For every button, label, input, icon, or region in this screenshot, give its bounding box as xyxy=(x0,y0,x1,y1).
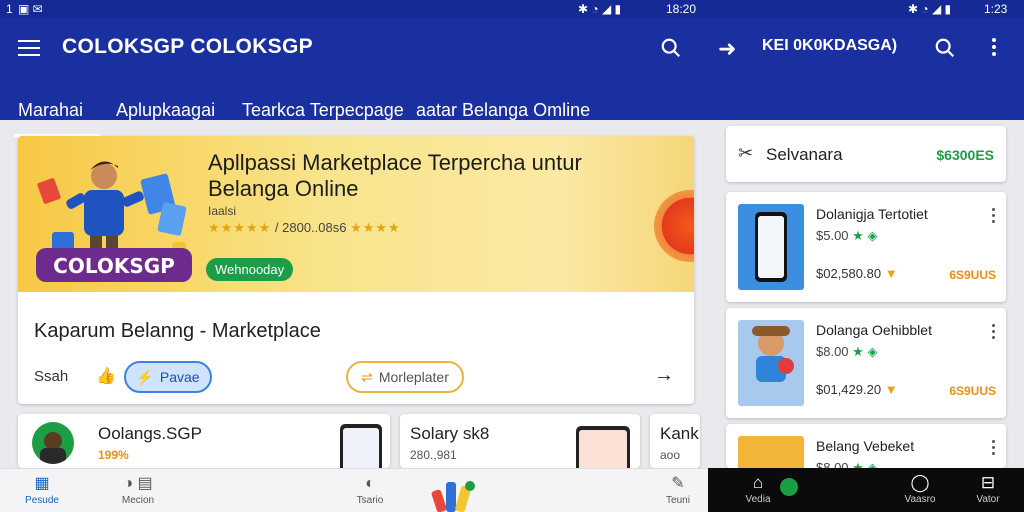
nav-item-vaasro[interactable]: ◯ Vaasro xyxy=(890,472,950,505)
product-title: Dolanigja Tertotiet xyxy=(816,206,928,222)
nav-item-teuni[interactable]: ✎ Teuni xyxy=(648,473,708,506)
arrow-icon: ⇌ xyxy=(361,368,373,385)
chat-icon: ◯ xyxy=(910,473,930,492)
product-price: $8.00 ★ ◈ xyxy=(816,344,878,359)
brand-logo: COLOKSGP xyxy=(36,248,192,282)
app-title: COLOKSGP COLOKSGP xyxy=(62,35,313,58)
tab-aplupkaagai[interactable]: Aplupkaagai xyxy=(116,100,215,121)
share-icon[interactable]: ➜ xyxy=(718,36,736,62)
nav-item-tsario[interactable]: ◐ Tsario xyxy=(340,473,400,506)
menu-icon[interactable] xyxy=(18,40,40,56)
bolt-icon: ⚡ xyxy=(136,368,154,385)
status-time-center: 18:20 xyxy=(666,2,697,16)
product-sold: 6S9UUS xyxy=(949,384,996,398)
wifi-icon: ✱ ◔ ◢ ▮ xyxy=(908,2,952,16)
product-original-price: $01,429.20 ▼ xyxy=(816,382,898,397)
hero-sign-label: Ssah xyxy=(34,368,69,385)
rating-text: / 2800..08s6 xyxy=(274,220,347,235)
status-left-text: 1 xyxy=(6,2,13,16)
mini-card-sub: 280.,981 xyxy=(410,448,457,462)
signal-icon: ✱ ◔ ◢ ▮ xyxy=(578,2,622,16)
product-original-price: $02,580.80 ▼ xyxy=(816,266,898,281)
product-title: Belang Vebeket xyxy=(816,438,915,454)
mini-card-sub: 199% xyxy=(98,448,129,462)
center-logo-icon[interactable] xyxy=(428,476,480,512)
product-price: $8.00 ★ ◈ xyxy=(816,460,878,468)
more-vert-icon[interactable] xyxy=(992,38,998,59)
hero-app-name: Kaparum Belanng - Marketplace xyxy=(34,320,321,342)
grid-icon: ▦ xyxy=(34,475,50,492)
nav-item-vator[interactable]: ⊟ Vator xyxy=(958,472,1018,505)
product-card[interactable]: Belang Vebeket $8.00 ★ ◈ xyxy=(726,424,1006,468)
account-label[interactable]: KEI 0K0KDASGA) xyxy=(762,37,897,55)
mini-card[interactable]: Solary sk8 280.,981 xyxy=(400,414,640,468)
edit-icon: ✎ xyxy=(671,475,685,492)
store-icon: ⊟ xyxy=(980,473,996,492)
tools-icon: ✂ xyxy=(738,143,754,163)
status-time-right: 1:23 xyxy=(984,2,1008,16)
home-icon: ⌂ xyxy=(752,473,764,492)
primary-button[interactable]: ⚡ Pavae xyxy=(124,361,212,393)
rating-stars-2: ★★★★ xyxy=(350,220,401,235)
avatar xyxy=(32,422,74,464)
primary-button-label: Pavae xyxy=(159,369,200,385)
rating-stars: ★★★★★ xyxy=(208,220,272,235)
hero-rating: ★★★★★ / 2800..08s6 ★★★★ xyxy=(208,220,401,236)
bottom-nav: ▦ Pesude ◑ ▤ Mecion ◐ Tsario ✎ Teuni xyxy=(0,468,708,512)
marketplace-button[interactable]: ⇌ Morleplater xyxy=(346,361,464,393)
more-vert-icon[interactable] xyxy=(992,324,996,342)
mini-card-title: Oolangs.SGP xyxy=(98,424,202,443)
phone-thumbnail xyxy=(340,424,382,468)
product-price: $5.00 ★ ◈ xyxy=(816,228,878,243)
product-sold: 6S9UUS xyxy=(949,268,996,282)
side-header[interactable]: ✂ Selvanara $6300ES xyxy=(726,126,1006,182)
nav-item-vedia[interactable]: ⌂ Vedia xyxy=(728,472,788,505)
sim-icon: ▣ ✉ xyxy=(18,2,43,16)
product-thumbnail xyxy=(738,204,804,290)
mini-card-title: Kank xyxy=(660,424,699,443)
phone-thumbnail xyxy=(576,426,630,468)
brand-logo-text: COLOKSGP xyxy=(53,254,175,278)
product-card[interactable]: Dolanigja Tertotiet $5.00 ★ ◈ $02,580.80… xyxy=(726,192,1006,302)
marketplace-button-label: Morleplater xyxy=(378,369,449,385)
status-chip[interactable]: Wehnooday xyxy=(206,258,294,281)
more-vert-icon[interactable] xyxy=(992,440,996,458)
list-icon: ◑ ▤ xyxy=(123,475,153,492)
tab-bar: Marahai Aplupkaagai Tearkca Terpecpage a… xyxy=(0,100,700,138)
tab-marahai[interactable]: Marahai xyxy=(18,100,83,121)
thumbs-up-icon[interactable]: 👍 xyxy=(96,366,116,386)
nav-item-pesude[interactable]: ▦ Pesude xyxy=(12,473,72,506)
hero-title: Apllpassi Marketplace Terpercha untur Be… xyxy=(208,150,582,201)
product-title: Dolanga Oehibblet xyxy=(816,322,932,338)
search-icon[interactable] xyxy=(660,37,682,59)
mini-card-sub: aoo xyxy=(660,448,681,462)
side-header-value: $6300ES xyxy=(936,147,994,163)
mini-card-title: Solary sk8 xyxy=(410,424,490,443)
more-vert-icon[interactable] xyxy=(992,208,996,226)
bottom-nav-secondary: ⌂ Vedia ◯ Vaasro ⊟ Vator xyxy=(708,468,1024,512)
leaf-icon: ◐ xyxy=(365,475,375,492)
search-icon-secondary[interactable] xyxy=(934,37,956,59)
hero-card[interactable]: COLOKSGP Apllpassi Marketplace Terpercha… xyxy=(18,136,694,404)
app-bar: COLOKSGP COLOKSGP ➜ KEI 0K0KDASGA) Marah… xyxy=(0,18,1024,137)
hero-subtitle: Iaalsi xyxy=(208,204,237,218)
product-thumbnail xyxy=(738,320,804,406)
tab-tearkca[interactable]: Tearkca Terpecpage xyxy=(242,100,404,121)
mini-card[interactable]: Kank aoo xyxy=(650,414,700,468)
status-bar: 1 ▣ ✉ ✱ ◔ ◢ ▮ 18:20 ✱ ◔ ◢ ▮ 1:23 xyxy=(0,0,1024,18)
mini-card[interactable]: Oolangs.SGP 199% xyxy=(18,414,390,468)
hero-banner: COLOKSGP Apllpassi Marketplace Terpercha… xyxy=(18,136,694,292)
product-card[interactable]: Dolanga Oehibblet $8.00 ★ ◈ $01,429.20 ▼… xyxy=(726,308,1006,418)
side-header-label: Selvanara xyxy=(766,145,843,164)
nav-item-mecion[interactable]: ◑ ▤ Mecion xyxy=(108,473,168,506)
product-thumbnail xyxy=(738,436,804,468)
tab-belanga[interactable]: aatar Belanga Omline xyxy=(416,100,590,121)
notification-dot xyxy=(780,478,798,496)
arrow-right-icon[interactable]: → xyxy=(654,364,674,387)
